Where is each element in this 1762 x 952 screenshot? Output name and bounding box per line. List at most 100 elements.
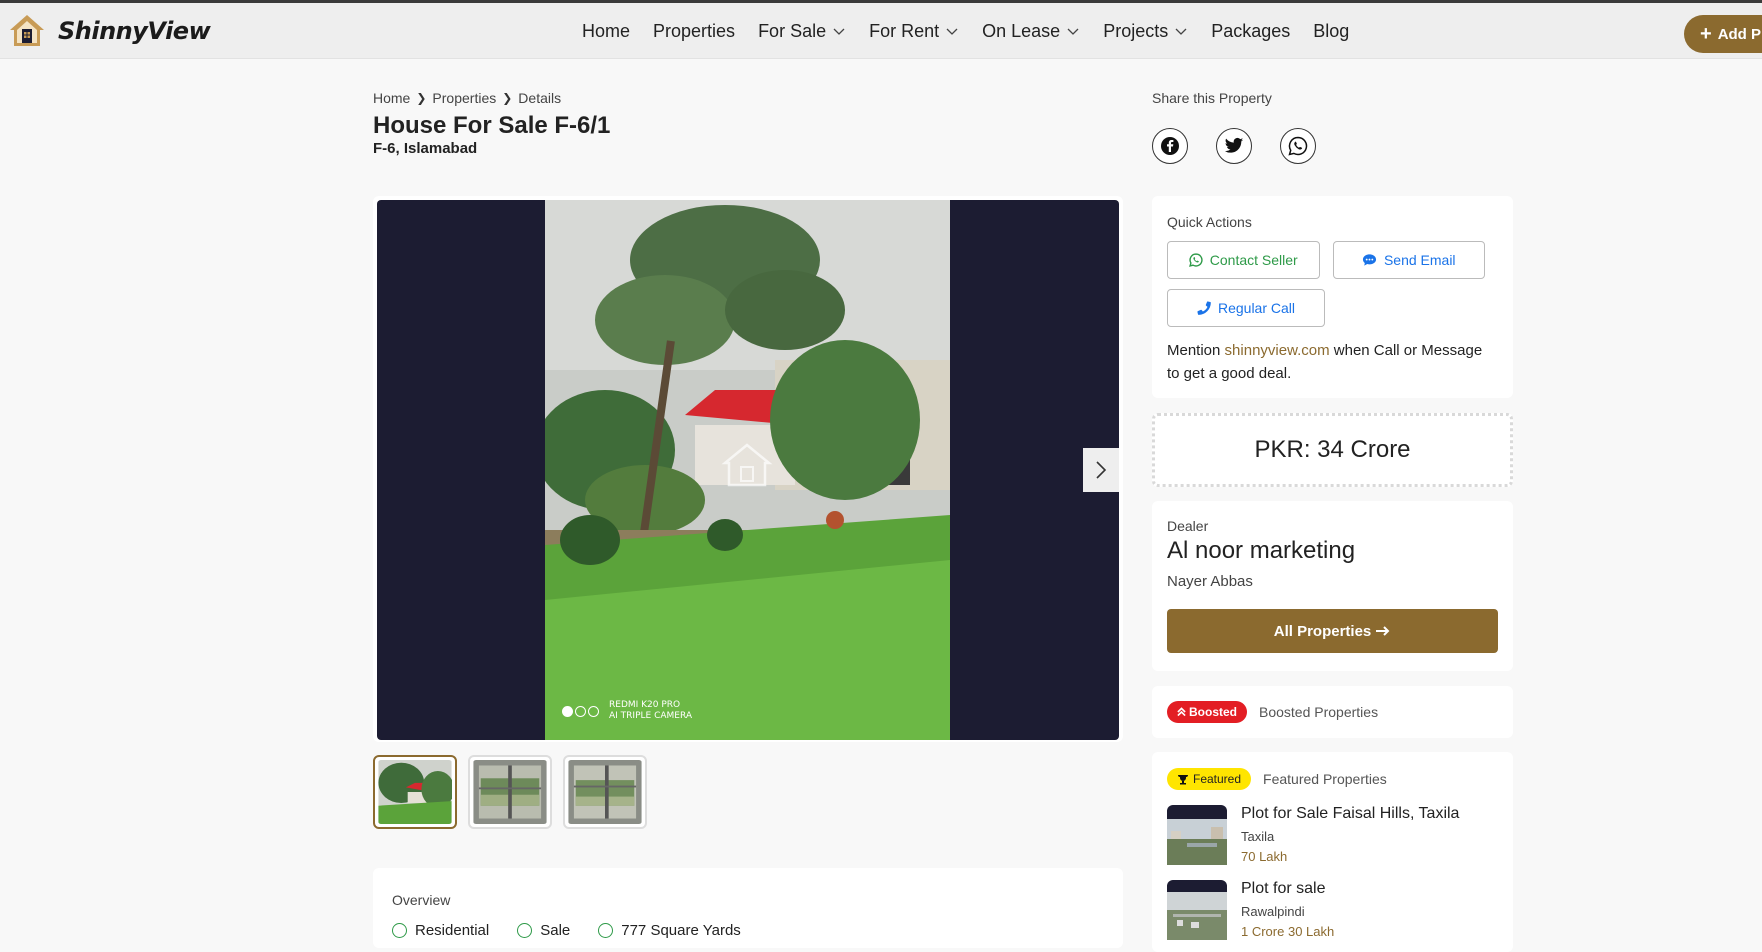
whatsapp-icon — [1288, 136, 1308, 156]
chevron-down-icon — [1067, 28, 1079, 35]
chevron-right-icon — [1096, 461, 1107, 479]
featured-city: Rawalpindi — [1241, 904, 1305, 919]
featured-thumb-image — [1167, 880, 1227, 940]
nav-blog[interactable]: Blog — [1313, 21, 1349, 42]
gallery-thumbnail[interactable] — [468, 755, 552, 829]
thumbnail-window-image — [568, 760, 642, 824]
add-property-label: Add Pro — [1717, 25, 1762, 43]
brand-logo[interactable]: ShinnyView — [8, 13, 211, 49]
nav-on-lease[interactable]: On Lease — [982, 21, 1080, 42]
featured-header: Featured Featured Properties — [1167, 768, 1498, 790]
photo-overlay: REDMI K20 PRO AI TRIPLE CAMERA — [562, 700, 692, 722]
price-card: PKR: 34 Crore — [1152, 413, 1513, 487]
nav-packages-label: Packages — [1211, 20, 1291, 41]
nav-for-sale[interactable]: For Sale — [758, 21, 846, 42]
featured-card: Featured Featured Properties Plot for Sa… — [1152, 752, 1513, 952]
overview-type: Residential — [415, 922, 490, 939]
nav-properties[interactable]: Properties — [653, 21, 735, 42]
thumbnail-garden-image — [378, 760, 455, 824]
featured-item[interactable]: Plot for Sale Faisal Hills, Taxila Taxil… — [1167, 805, 1498, 865]
overview-item: 777 Square Yards — [598, 922, 741, 939]
gallery-thumbnails — [373, 755, 658, 829]
overview-list: Residential Sale 777 Square Yards — [392, 922, 1104, 939]
double-chevron-up-icon — [1177, 707, 1186, 717]
overview-title: Overview — [392, 892, 451, 908]
boosted-card[interactable]: Boosted Boosted Properties — [1152, 686, 1513, 738]
overview-purpose: Sale — [540, 922, 571, 939]
nav-on-lease-label: On Lease — [982, 20, 1061, 41]
all-properties-label: All Properties — [1273, 622, 1372, 640]
thumbnail-window-image — [473, 760, 547, 824]
boosted-label: Boosted Properties — [1259, 704, 1379, 720]
overview-item: Sale — [517, 922, 570, 939]
mention-note: Mention shinnyview.com when Call or Mess… — [1167, 339, 1498, 385]
facebook-share-button[interactable] — [1152, 128, 1188, 164]
plus-icon: + — [1700, 23, 1712, 45]
property-photo[interactable]: REDMI K20 PRO AI TRIPLE CAMERA — [545, 200, 950, 740]
arrow-right-icon — [1376, 626, 1390, 636]
dealer-person: Nayer Abbas — [1167, 573, 1253, 590]
whatsapp-icon — [1188, 253, 1203, 267]
featured-info: Plot for Sale Faisal Hills, Taxila Taxil… — [1241, 805, 1459, 865]
nav-home-label: Home — [582, 20, 631, 41]
breadcrumb-properties[interactable]: Properties — [432, 90, 496, 106]
gallery-thumbnail[interactable] — [563, 755, 647, 829]
nav-properties-label: Properties — [653, 20, 736, 41]
contact-seller-button[interactable]: Contact Seller — [1167, 241, 1320, 279]
breadcrumb: Home ❯ Properties ❯ Details — [373, 90, 561, 106]
property-price: PKR: 34 Crore — [1254, 436, 1411, 463]
gallery-thumbnail[interactable] — [373, 755, 457, 829]
quick-actions-row: Regular Call — [1167, 289, 1498, 327]
mention-prefix: Mention — [1167, 342, 1221, 359]
contact-seller-label: Contact Seller — [1209, 252, 1298, 268]
site-link[interactable]: shinnyview.com — [1225, 342, 1330, 359]
whatsapp-share-button[interactable] — [1280, 128, 1316, 164]
photo-gallery: REDMI K20 PRO AI TRIPLE CAMERA — [373, 196, 1123, 742]
send-email-button[interactable]: Send Email — [1332, 241, 1485, 279]
all-properties-button[interactable]: All Properties — [1167, 609, 1498, 653]
chevron-right-icon: ❯ — [502, 91, 513, 105]
house-logo-icon — [10, 15, 44, 46]
featured-price: 70 Lakh — [1241, 849, 1288, 864]
house-photo-image — [545, 200, 950, 740]
nav-home[interactable]: Home — [582, 21, 630, 42]
camera-dots — [562, 705, 601, 717]
overview-item: Residential — [392, 922, 489, 939]
featured-title[interactable]: Plot for sale — [1241, 880, 1334, 898]
featured-price: 1 Crore 30 Lakh — [1241, 924, 1335, 939]
featured-title[interactable]: Plot for Sale Faisal Hills, Taxila — [1241, 805, 1459, 823]
featured-badge: Featured — [1167, 768, 1252, 790]
gallery-next-button[interactable] — [1083, 448, 1119, 492]
featured-label: Featured Properties — [1263, 771, 1387, 787]
chevron-down-icon — [1175, 28, 1187, 35]
twitter-share-button[interactable] — [1216, 128, 1252, 164]
nav-projects[interactable]: Projects — [1103, 21, 1188, 42]
regular-call-button[interactable]: Regular Call — [1167, 289, 1325, 327]
check-circle-icon — [598, 923, 614, 938]
nav-for-sale-label: For Sale — [758, 20, 827, 41]
quick-actions-card: Quick Actions Contact Seller Send Email … — [1152, 196, 1513, 398]
nav-for-rent[interactable]: For Rent — [869, 21, 959, 42]
breadcrumb-details: Details — [518, 90, 562, 106]
overview-area: 777 Square Yards — [621, 922, 741, 939]
nav-packages[interactable]: Packages — [1211, 21, 1290, 42]
share-label: Share this Property — [1152, 90, 1272, 106]
add-property-button[interactable]: + Add Pro — [1684, 15, 1762, 53]
featured-item[interactable]: Plot for sale Rawalpindi 1 Crore 30 Lakh — [1167, 880, 1498, 940]
main-nav: Home Properties For Sale For Rent On Lea… — [582, 3, 1372, 59]
regular-call-label: Regular Call — [1217, 300, 1296, 316]
phone-icon — [1197, 301, 1211, 315]
breadcrumb-home[interactable]: Home — [373, 90, 410, 106]
overview-card: Overview Residential Sale 777 Square Yar… — [373, 868, 1123, 948]
chevron-down-icon — [946, 28, 958, 35]
check-circle-icon — [517, 923, 533, 938]
quick-actions-row: Contact Seller Send Email — [1167, 241, 1498, 279]
featured-thumb-image — [1167, 805, 1227, 865]
check-circle-icon — [392, 923, 407, 938]
chevron-down-icon — [833, 28, 845, 35]
send-email-label: Send Email — [1383, 252, 1456, 268]
trophy-icon — [1178, 774, 1188, 784]
dealer-card: Dealer Al noor marketing Nayer Abbas All… — [1152, 501, 1513, 671]
page-title: House For Sale F-6/1 — [373, 112, 611, 139]
property-location: F-6, Islamabad — [373, 140, 478, 157]
